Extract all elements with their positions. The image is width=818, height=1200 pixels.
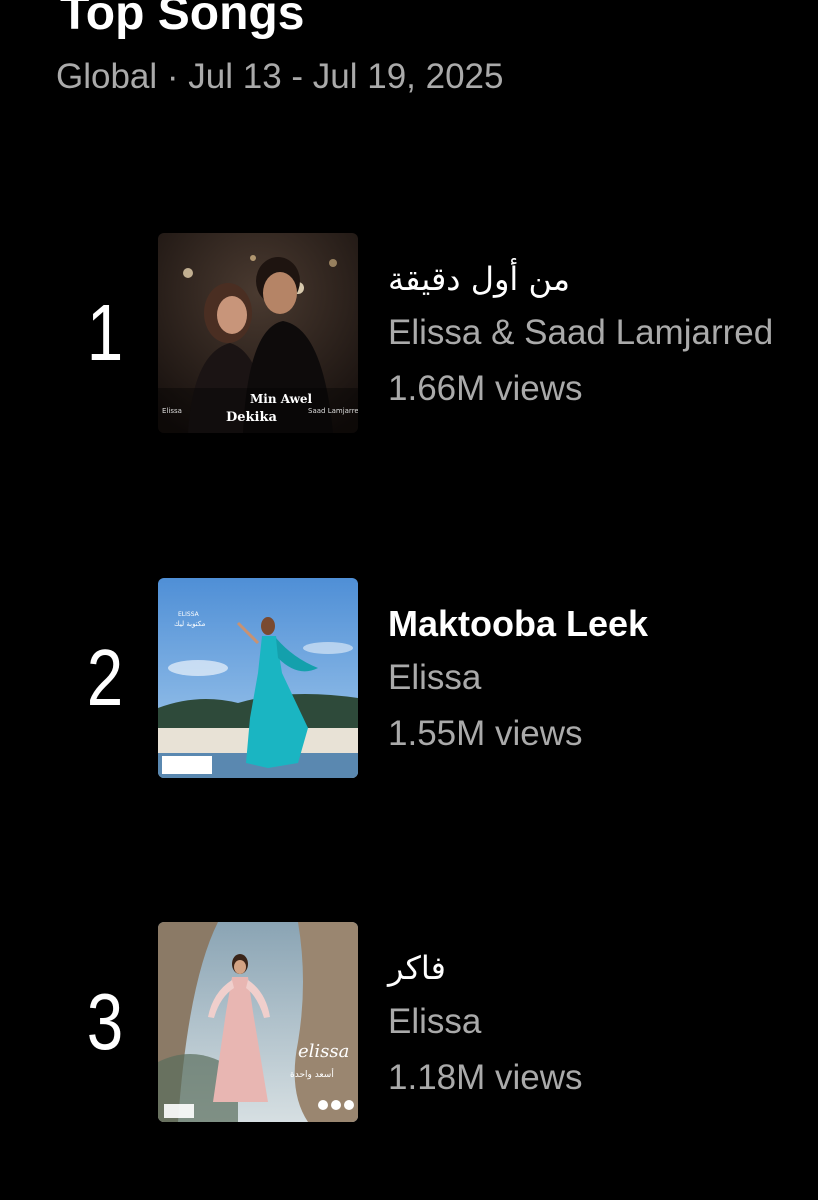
cover-title-text: أسعد واحدة	[290, 1068, 334, 1080]
cover-title-text: Dekika	[226, 410, 277, 425]
song-row-2[interactable]: 2 ELISSA مكتوبة ليك Maktooba Leek Elissa…	[0, 578, 818, 778]
album-cover-image: elissa أسعد واحدة	[158, 922, 358, 1122]
song-info: Maktooba Leek Elissa 1.55M views	[388, 600, 818, 756]
rank-number: 2	[86, 633, 124, 722]
song-artist[interactable]: Elissa	[388, 656, 818, 700]
song-artist[interactable]: Elissa & Saad Lamjarred	[388, 311, 818, 355]
cover-artist-text: Elissa	[162, 407, 182, 415]
song-thumbnail[interactable]: ELISSA مكتوبة ليك	[158, 578, 358, 778]
cover-artist-text: ELISSA	[178, 611, 200, 618]
cover-title-text: مكتوبة ليك	[174, 620, 206, 628]
song-title[interactable]: فاكر	[388, 944, 446, 992]
rank-number: 3	[86, 977, 124, 1066]
song-views: 1.18M views	[388, 1058, 583, 1097]
song-artist[interactable]: Elissa	[388, 1000, 818, 1044]
song-row-3[interactable]: 3 elissa أسعد واحدة فاكر Elissa 1.18M vi…	[0, 922, 818, 1122]
rank-number: 1	[86, 288, 124, 377]
cover-artist-text: Saad Lamjarred	[308, 407, 358, 415]
album-cover-image: ELISSA مكتوبة ليك	[158, 578, 358, 778]
song-title[interactable]: من أول دقيقة	[388, 255, 570, 303]
song-views: 1.55M views	[388, 714, 583, 753]
song-title[interactable]: Maktooba Leek	[388, 600, 818, 648]
song-thumbnail[interactable]: Min Awel Dekika Elissa Saad Lamjarred	[158, 233, 358, 433]
song-thumbnail[interactable]: elissa أسعد واحدة	[158, 922, 358, 1122]
album-cover-image: Min Awel Dekika Elissa Saad Lamjarred	[158, 233, 358, 433]
song-views: 1.66M views	[388, 369, 583, 408]
cover-artist-text: elissa	[298, 1041, 349, 1062]
song-row-1[interactable]: 1 Min Awel Dekika Elissa Saad Lamjarred …	[0, 233, 818, 433]
song-info: من أول دقيقة Elissa & Saad Lamjarred 1.6…	[388, 255, 818, 411]
song-list: 1 Min Awel Dekika Elissa Saad Lamjarred …	[0, 0, 818, 1200]
cover-title-text: Min Awel	[250, 392, 313, 406]
song-info: فاكر Elissa 1.18M views	[388, 944, 818, 1100]
